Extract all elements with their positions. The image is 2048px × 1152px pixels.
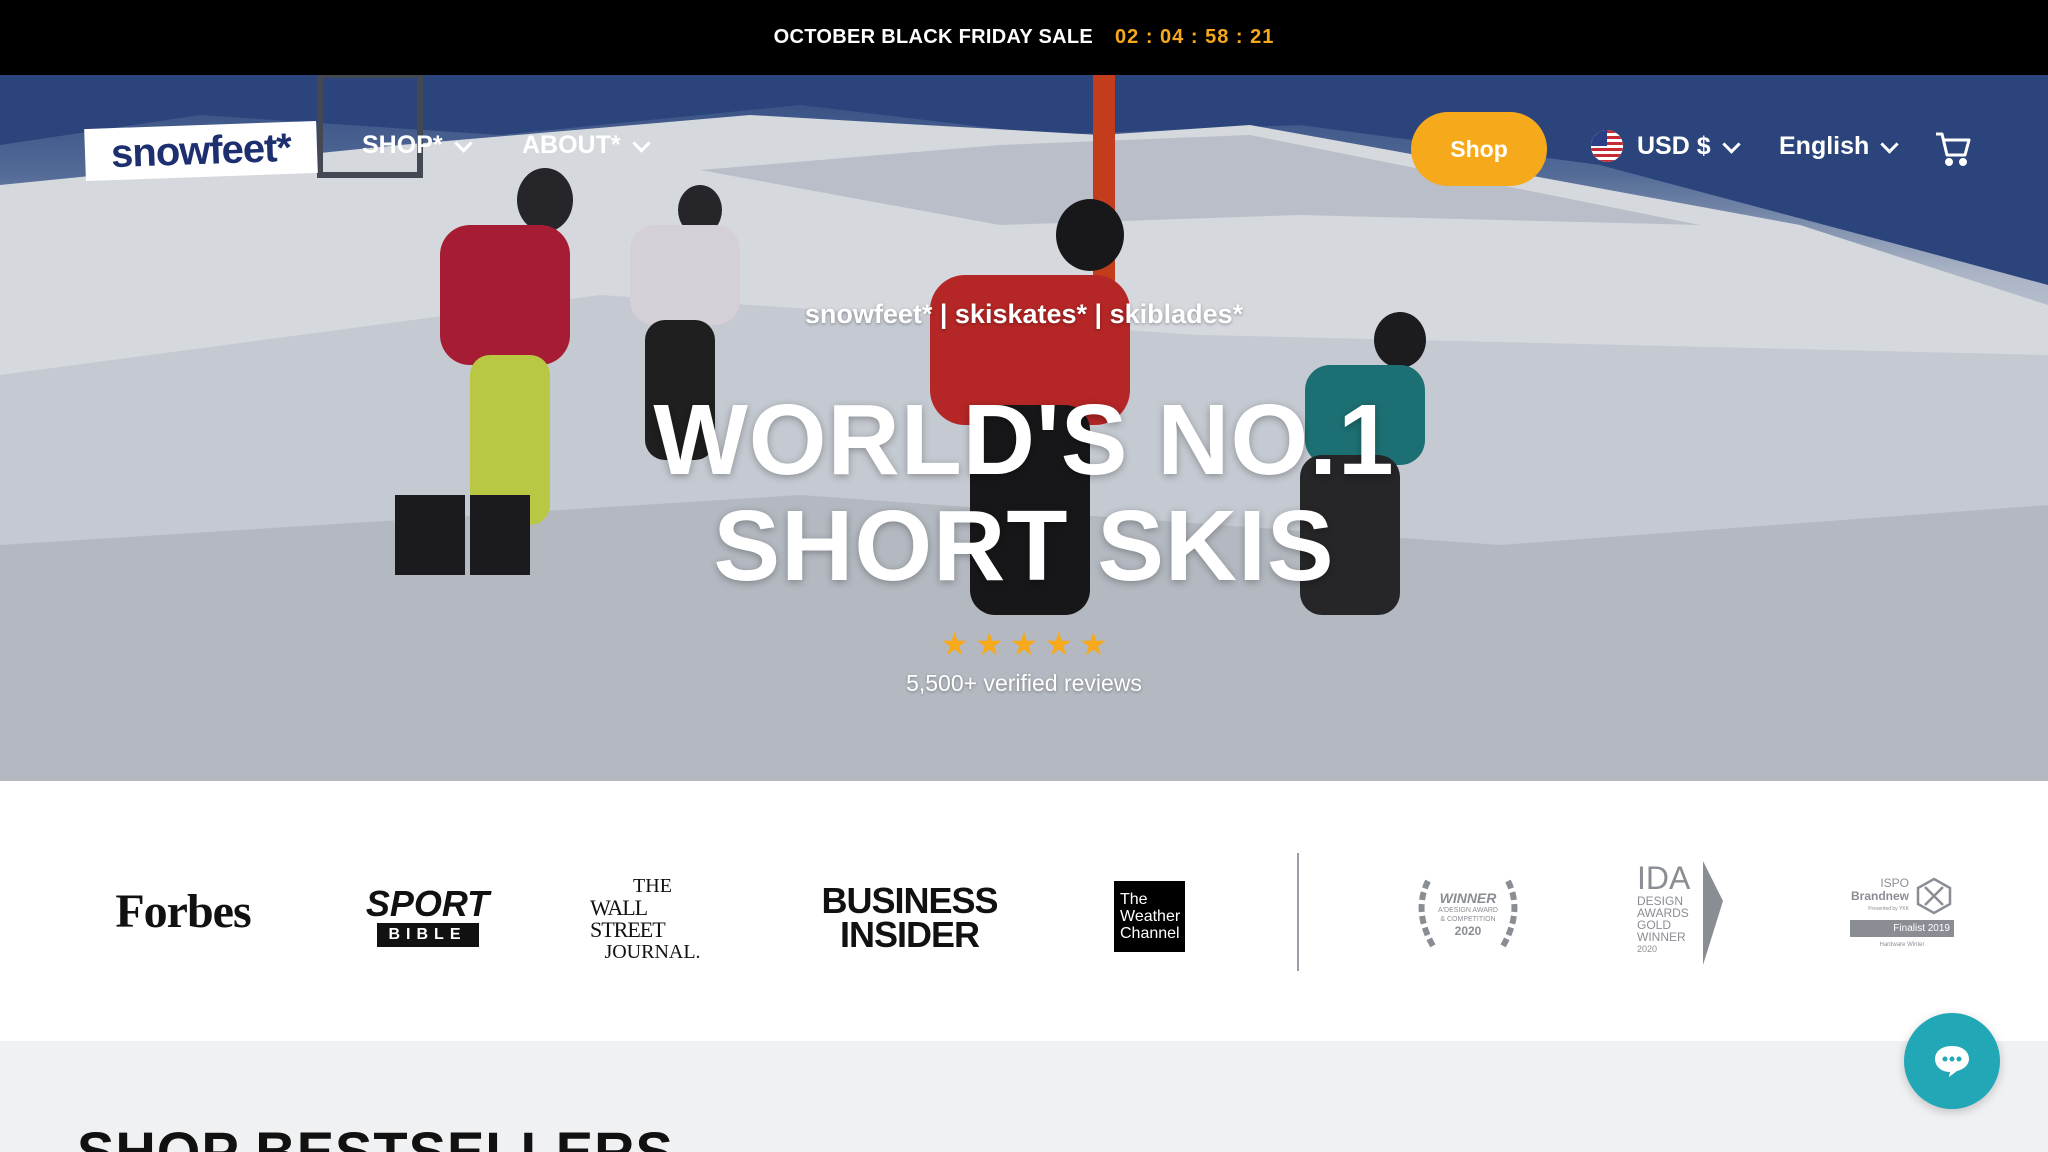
ida-award-badge: IDA DESIGN AWARDS GOLD WINNER 2020	[1637, 861, 1737, 965]
star-icon: ★	[940, 626, 969, 662]
nav-shop-label: SHOP*	[362, 131, 443, 159]
logo[interactable]: snowfeet*	[84, 120, 318, 182]
press-logos-strip: Forbes SPORT BIBLE THE WALL STREET JOURN…	[0, 781, 2048, 1041]
rating-stars: ★ ★ ★ ★ ★	[0, 628, 2048, 660]
bestsellers-title: SHOP BESTSELLERS	[77, 1120, 674, 1152]
hero-tagline: snowfeet* | skiskates* | skiblades*	[804, 299, 1244, 329]
star-icon: ★	[1044, 626, 1074, 662]
language-label: English	[1779, 132, 1870, 160]
star-icon: ★	[974, 626, 1004, 662]
chat-icon	[1935, 1046, 1969, 1077]
adesign-award-badge: WINNER A'DESIGN AWARD & COMPETITION 2020	[1408, 861, 1528, 961]
press-divider	[1297, 853, 1299, 971]
chevron-down-icon	[631, 134, 651, 153]
weather-channel-logo: The Weather Channel	[1114, 881, 1185, 952]
wsj-logo: THE WALL STREET JOURNAL.	[590, 875, 701, 963]
chat-button[interactable]	[1904, 1013, 2000, 1109]
announcement-bar: OCTOBER BLACK FRIDAY SALE 02 : 04 : 58 :…	[0, 0, 2048, 75]
star-icon: ★	[1079, 626, 1108, 662]
chevron-down-icon	[453, 134, 473, 153]
business-insider-logo: BUSINESS INSIDER	[821, 880, 998, 955]
headline-line-2: SHORT SKIS	[713, 490, 1335, 602]
logo-text: snowfeet*	[110, 125, 292, 176]
cart-icon[interactable]	[1934, 131, 1972, 172]
ispo-emblem-icon	[1916, 877, 1952, 915]
chevron-down-icon	[1880, 135, 1899, 154]
hero-headline: WORLD'S NO.1 SHORT SKIS	[0, 387, 2048, 599]
shop-button[interactable]: Shop	[1411, 112, 1547, 186]
main-header: snowfeet* SHOP* ABOUT* Shop USD $ Englis…	[0, 75, 2048, 225]
reviews-count: 5,500+ verified reviews	[906, 670, 1142, 696]
nav-about[interactable]: ABOUT*	[522, 131, 651, 160]
hero-section: snowfeet* SHOP* ABOUT* Shop USD $ Englis…	[0, 75, 2048, 781]
forbes-logo: Forbes	[115, 884, 251, 938]
sale-text: OCTOBER BLACK FRIDAY SALE	[773, 26, 1094, 48]
ispo-award-badge: ISPO Brandnew Presented by YKK Finalist …	[1848, 871, 1956, 957]
bestsellers-section: SHOP BESTSELLERS	[0, 1041, 2048, 1152]
headline-line-1: WORLD'S NO.1	[653, 384, 1395, 496]
nav-shop[interactable]: SHOP*	[362, 131, 473, 160]
us-flag-icon	[1591, 130, 1623, 162]
currency-selector[interactable]: USD $	[1591, 130, 1741, 162]
language-selector[interactable]: English	[1779, 132, 1899, 161]
sportbible-logo: SPORT BIBLE	[366, 881, 489, 951]
laurel-icon	[1418, 879, 1518, 948]
currency-label: USD $	[1637, 131, 1711, 160]
star-icon: ★	[1009, 626, 1039, 662]
nav-about-label: ABOUT*	[522, 131, 621, 159]
ida-emblem-icon	[1703, 861, 1723, 965]
chevron-down-icon	[1721, 134, 1741, 154]
countdown-timer: 02 : 04 : 58 : 21	[1115, 26, 1275, 48]
